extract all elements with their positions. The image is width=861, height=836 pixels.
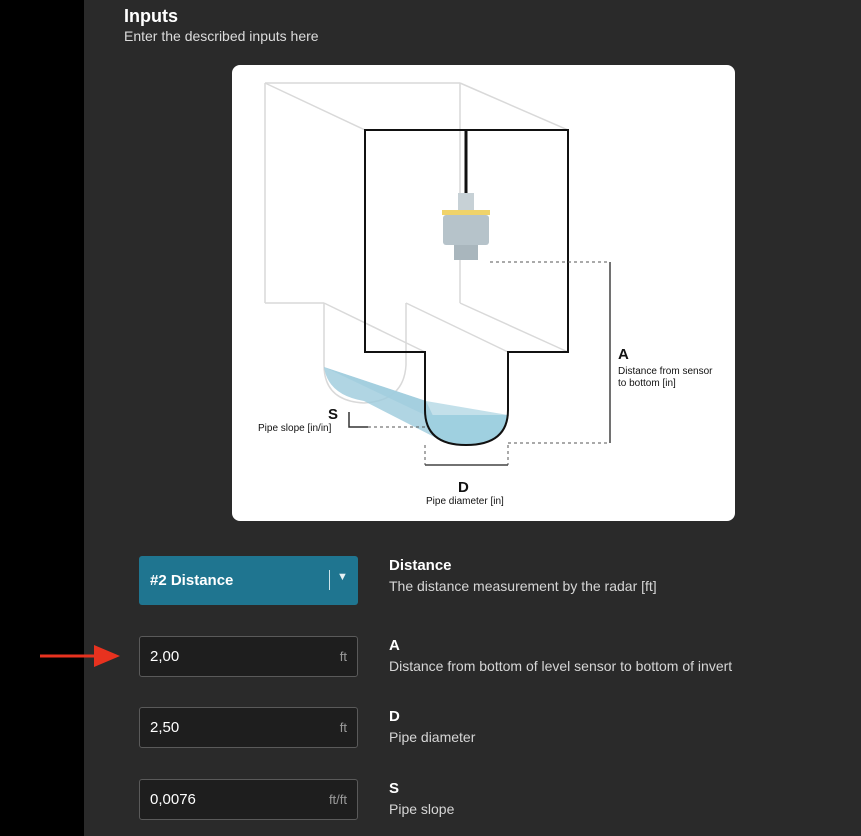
select-divider xyxy=(329,570,330,590)
diagram-label-a: A xyxy=(618,346,629,363)
pipe-diagram: A Distance from sensor to bottom [in] S … xyxy=(232,65,735,521)
field-s-label: S xyxy=(389,780,400,797)
level-sensor-icon xyxy=(443,215,489,245)
distance-description: The distance measurement by the radar [f… xyxy=(389,578,657,594)
field-a-label-group: A Distance from bottom of level sensor t… xyxy=(389,637,732,674)
field-a-input[interactable] xyxy=(140,637,310,676)
field-d-input[interactable] xyxy=(140,708,310,747)
sensor-ring xyxy=(442,210,490,215)
section-subtitle: Enter the described inputs here xyxy=(124,28,319,44)
field-s-unit: ft/ft xyxy=(328,792,347,807)
diagram-label-s: S xyxy=(328,406,338,423)
diagram-label-a-desc1: Distance from sensor xyxy=(618,366,713,377)
field-d-label-group: D Pipe diameter xyxy=(389,708,475,745)
field-s-label-group: S Pipe slope xyxy=(389,780,454,817)
water-body xyxy=(324,367,446,443)
distance-select-value: #2 Distance xyxy=(150,572,234,589)
sensor-bottom xyxy=(454,245,478,260)
field-a-unit: ft xyxy=(339,649,347,664)
field-s-container: ft/ft xyxy=(139,779,358,820)
field-d-description: Pipe diameter xyxy=(389,729,476,745)
field-s-description: Pipe slope xyxy=(389,801,455,817)
chevron-down-icon: ▼ xyxy=(337,571,348,583)
diagram-label-a-desc2: to bottom [in] xyxy=(618,378,676,389)
pipe-diagram-illustration: A Distance from sensor to bottom [in] S … xyxy=(258,82,713,507)
sensor-top xyxy=(458,193,474,211)
distance-label-group: Distance The distance measurement by the… xyxy=(389,557,657,594)
diagram-label-d-desc: Pipe diameter [in] xyxy=(426,496,504,507)
field-s-input[interactable] xyxy=(140,780,310,819)
field-d-container: ft xyxy=(139,707,358,748)
field-d-label: D xyxy=(389,708,400,725)
diagram-label-s-desc: Pipe slope [in/in] xyxy=(258,423,332,434)
diagram-label-d: D xyxy=(458,479,469,496)
field-a-container: ft xyxy=(139,636,358,677)
red-arrow-icon xyxy=(40,645,120,667)
water-pipe-end xyxy=(425,415,508,445)
field-a-description: Distance from bottom of level sensor to … xyxy=(389,658,733,674)
field-a-label: A xyxy=(389,637,400,654)
distance-label: Distance xyxy=(389,557,452,574)
distance-select[interactable]: #2 Distance ▼ xyxy=(139,556,358,605)
section-title: Inputs xyxy=(124,6,178,26)
field-d-unit: ft xyxy=(339,720,347,735)
